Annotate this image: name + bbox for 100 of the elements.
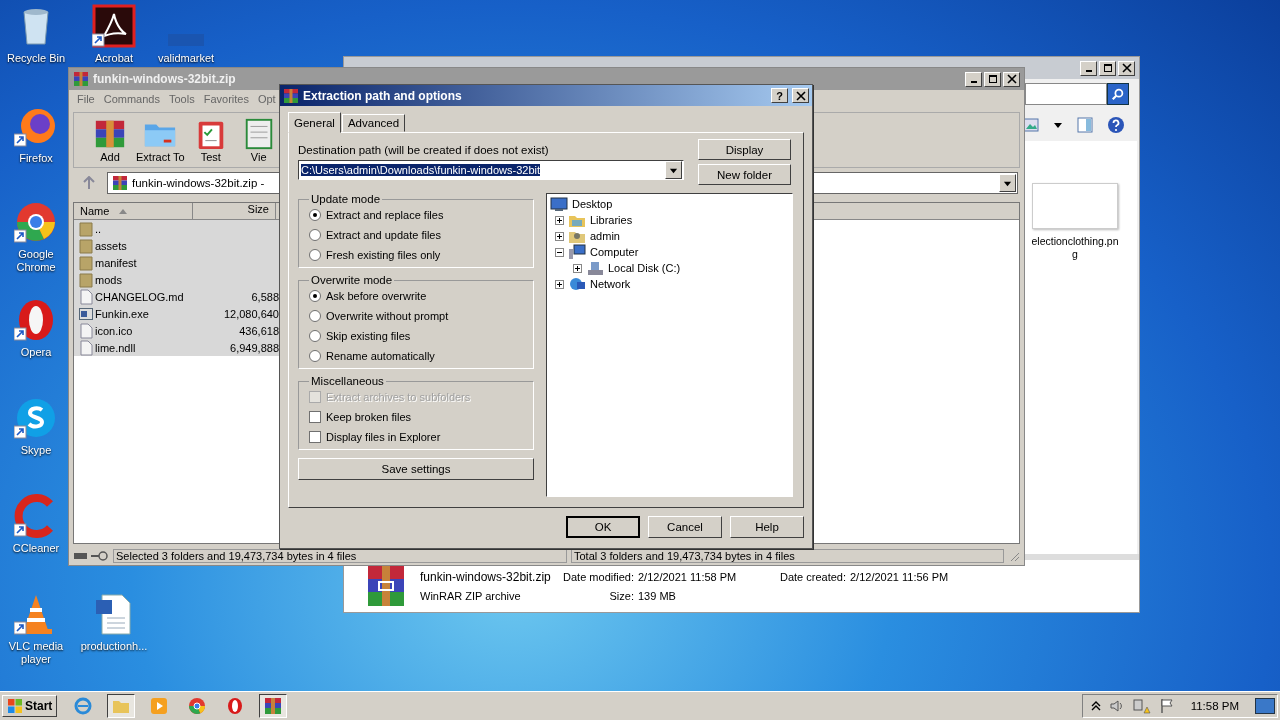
chevron-up-icon[interactable] <box>1090 700 1101 712</box>
tree-item[interactable]: Network <box>590 278 631 290</box>
radio-button[interactable] <box>309 209 321 221</box>
close-button[interactable] <box>1003 71 1020 87</box>
help-icon[interactable] <box>1107 116 1125 134</box>
chrome-icon[interactable] <box>14 200 58 244</box>
option-label[interactable]: Ask before overwrite <box>326 290 427 302</box>
close-button[interactable] <box>792 88 809 103</box>
app-icon <box>283 87 299 104</box>
option-label[interactable]: Display files in Explorer <box>326 431 441 443</box>
tree-item[interactable]: Computer <box>590 246 639 258</box>
flag-icon[interactable] <box>1158 698 1175 714</box>
tab[interactable]: Advanced <box>341 114 406 132</box>
file-size: 436,618 <box>238 324 279 337</box>
column-header[interactable]: Name <box>74 203 193 219</box>
dialog-button[interactable]: Help <box>730 516 804 538</box>
desktop-icon-label: Google Chrome <box>15 248 57 274</box>
image-thumbnail[interactable] <box>1032 183 1118 229</box>
option-label[interactable]: Overwrite without prompt <box>326 310 449 322</box>
group-title: Overwrite mode <box>310 274 394 286</box>
archive-books-icon[interactable] <box>259 694 288 718</box>
caret-icon[interactable] <box>1053 120 1063 130</box>
tree-item[interactable]: admin <box>590 230 620 242</box>
dialog-button[interactable]: New folder <box>698 164 791 185</box>
file-name[interactable]: CHANGELOG.md <box>95 290 203 303</box>
expander-icon[interactable] <box>555 215 564 225</box>
dialog-button[interactable]: OK <box>566 516 640 538</box>
file-name[interactable]: electionclothing.png <box>1029 235 1121 261</box>
toolbar-button[interactable]: Extract To <box>136 117 185 163</box>
network-icon <box>568 276 586 292</box>
close-icon <box>1006 74 1017 84</box>
file-name[interactable]: Funkin.exe <box>95 307 203 320</box>
option-label[interactable]: Keep broken files <box>326 411 411 423</box>
expander-icon[interactable] <box>555 279 564 289</box>
option-label[interactable]: Extract and update files <box>326 229 441 241</box>
option-label[interactable]: Fresh existing files only <box>326 249 441 261</box>
dialog-title: Extraction path and options <box>303 88 463 103</box>
dialog-button[interactable]: Display <box>698 139 791 160</box>
clock[interactable]: 11:58 PM <box>1182 700 1247 712</box>
file-size: 12,080,640 <box>222 307 279 320</box>
desktop-icon-label: CCleaner <box>12 542 60 555</box>
radio-button[interactable] <box>309 310 321 322</box>
tab[interactable]: General <box>288 112 341 133</box>
menu-item[interactable]: Favorites <box>203 93 249 109</box>
checkbox[interactable] <box>309 411 321 423</box>
radio-button[interactable] <box>309 249 321 261</box>
radio-button[interactable] <box>309 290 321 302</box>
dialog-button[interactable]: Cancel <box>648 516 722 538</box>
desktop-icon-label: Acrobat <box>95 52 133 65</box>
tree-item[interactable]: Desktop <box>572 198 613 210</box>
radio-button[interactable] <box>309 350 321 362</box>
option-label[interactable]: Extract and replace files <box>326 209 444 221</box>
expander-icon[interactable] <box>573 263 582 273</box>
close-icon <box>795 90 806 101</box>
radio-button[interactable] <box>309 229 321 241</box>
help-button[interactable]: ? <box>771 88 788 103</box>
minimize-button[interactable] <box>965 71 982 87</box>
search-field[interactable] <box>1025 83 1107 105</box>
desktop-icon-label: VLC media player <box>7 640 65 666</box>
option-label[interactable]: Rename automatically <box>326 350 435 362</box>
checkbox[interactable] <box>309 431 321 443</box>
toolbar-button[interactable]: Test <box>188 117 233 163</box>
drive-key-icon <box>73 549 109 562</box>
minimize-button[interactable] <box>1080 60 1097 76</box>
menu-item[interactable]: Opt <box>257 93 276 109</box>
computer-icon <box>568 244 586 260</box>
file-name[interactable]: lime.ndll <box>95 341 203 354</box>
maximize-button[interactable] <box>984 71 1001 87</box>
desktop-icon-label: Firefox <box>19 152 53 165</box>
file-icon <box>79 339 93 356</box>
detail-label: Date created: <box>778 571 847 583</box>
tree-item[interactable]: Local Disk (C:) <box>608 262 681 274</box>
destination-path-field[interactable]: C:\Users\admin\Downloads\funkin-windows-32bit <box>298 160 684 180</box>
expander-icon[interactable] <box>555 231 564 241</box>
skype-icon[interactable] <box>14 396 58 440</box>
document-app-icon[interactable] <box>92 4 136 48</box>
show-desktop-button[interactable] <box>1255 698 1275 714</box>
start-button[interactable]: Start <box>2 695 58 717</box>
menu-item[interactable]: File <box>77 93 95 109</box>
tree-item[interactable]: Libraries <box>590 214 633 226</box>
menu-item[interactable]: Commands <box>103 93 160 109</box>
search-button[interactable] <box>1107 83 1129 105</box>
toolbar-button[interactable]: Vie <box>236 117 281 163</box>
file-size: 6,949,888 <box>229 341 279 354</box>
speaker-icon[interactable] <box>1108 698 1125 714</box>
radio-button[interactable] <box>309 330 321 342</box>
option-label[interactable]: Skip existing files <box>326 330 411 342</box>
menu-item[interactable]: Tools <box>169 93 195 109</box>
maximize-button[interactable] <box>1099 60 1116 76</box>
save-settings-button[interactable]: Save settings <box>298 458 534 480</box>
file-size: 6,588 <box>250 290 279 303</box>
file-icon <box>79 322 93 339</box>
column-header[interactable]: Size <box>193 203 276 219</box>
toolbar-button[interactable]: Add <box>88 117 132 163</box>
folder-icon[interactable] <box>107 694 136 718</box>
expander-icon[interactable] <box>555 247 564 257</box>
close-button[interactable] <box>1118 60 1135 76</box>
file-name[interactable]: icon.ico <box>95 324 203 337</box>
file-name-text: funkin-windows-32bit.zip <box>420 570 552 584</box>
desktop-icon-label: Skype <box>20 444 52 457</box>
